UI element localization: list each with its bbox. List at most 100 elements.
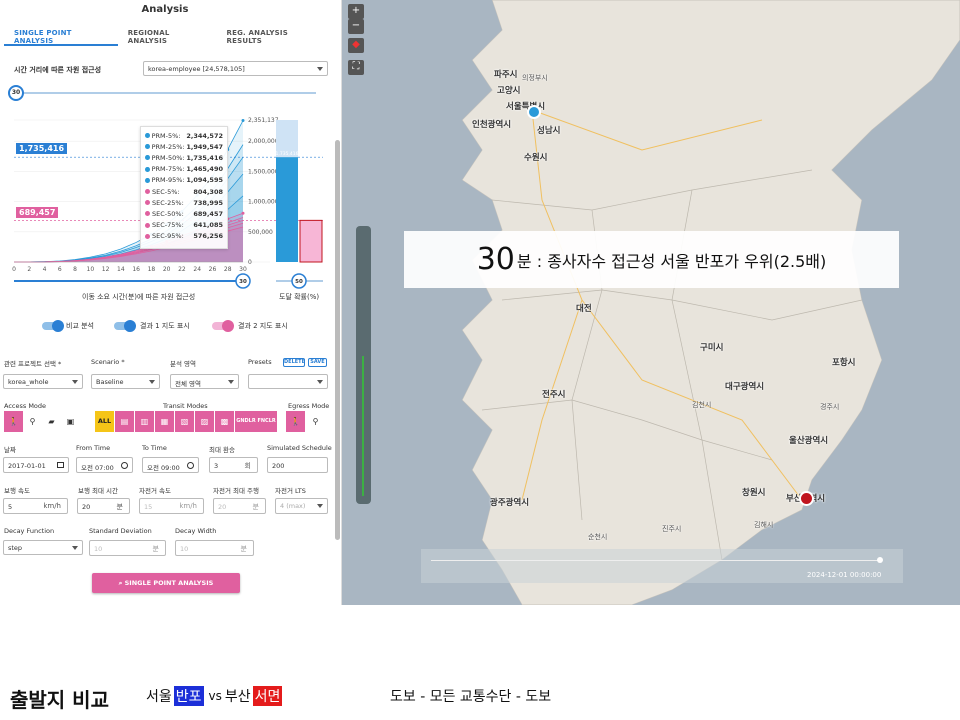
time-slider-track[interactable]: [16, 92, 316, 94]
preset-save-button[interactable]: SAVE: [308, 358, 327, 367]
presets-select[interactable]: [248, 374, 328, 389]
dataset-select[interactable]: korea-employee [24,578,105]: [143, 61, 328, 76]
decay-select[interactable]: step: [3, 540, 83, 555]
transit-ferry-button[interactable]: ▨: [195, 411, 214, 432]
city-label: 파주시: [494, 70, 518, 80]
run-single-point-analysis-button[interactable]: ⌕ SINGLE POINT ANALYSIS: [92, 573, 240, 593]
stddev-input[interactable]: 10 분: [89, 540, 166, 556]
run-button-label: SINGLE POINT ANALYSIS: [124, 579, 214, 587]
date-input-value: 2017-01-01: [8, 462, 46, 470]
transit-bus-button[interactable]: ▤: [115, 411, 134, 432]
transit-all-button[interactable]: ALL: [95, 411, 114, 432]
city-label: 대구광역시: [725, 382, 765, 392]
calendar-icon: [57, 462, 64, 468]
bike-icon: ⚲: [312, 417, 319, 426]
to-time-input[interactable]: 오전 09:00: [142, 457, 199, 473]
area-label: 분석 영역: [170, 360, 196, 368]
map-view[interactable]: + − ◆ ⛶ 파주시 의정부시 고양시 서울특별시 인천광역시 성남시 수원시…: [342, 0, 960, 605]
preset-delete-button[interactable]: DELETE: [283, 358, 305, 367]
secondary-point: [241, 211, 245, 215]
transit-rail-button[interactable]: ▧: [175, 411, 194, 432]
from-time-label: From Time: [76, 444, 111, 452]
primary-point: [241, 119, 245, 123]
compass-button[interactable]: ◆: [348, 38, 364, 53]
tab-regional-results[interactable]: REG. ANALYSIS RESULTS: [217, 26, 330, 46]
x-tick-label: 6: [58, 266, 62, 273]
time-slider-line[interactable]: [431, 560, 879, 561]
chevron-down-icon: [72, 546, 78, 550]
project-select-value: korea_whole: [8, 378, 49, 386]
chevron-down-icon: [317, 380, 323, 384]
project-select[interactable]: korea_whole: [3, 374, 83, 389]
tooltip-series-name: PRM-50%:: [151, 153, 185, 162]
time-slider-knob[interactable]: 30: [8, 85, 24, 101]
scenario-label: Scenario *: [91, 358, 125, 366]
origin-busan-marker[interactable]: [799, 491, 814, 506]
tooltip-series-name: PRM-95%:: [151, 176, 185, 185]
transit-cable-button[interactable]: ▩: [215, 411, 234, 432]
city-label: 김해시: [754, 521, 774, 529]
access-car-button[interactable]: ▰: [42, 411, 61, 432]
bike-lts-label: 자전거 LTS: [275, 487, 306, 495]
bike-max-value: 20: [218, 503, 227, 511]
panel-scrollbar[interactable]: [335, 140, 340, 540]
bike-speed-input[interactable]: 15 km/h: [139, 498, 204, 514]
transit-subway-button[interactable]: ▦: [155, 411, 174, 432]
decay-width-input[interactable]: 10 분: [175, 540, 254, 556]
map2-toggle[interactable]: [212, 320, 234, 332]
scenario-select-value: Baseline: [96, 378, 124, 386]
scenario-select[interactable]: Baseline: [91, 374, 160, 389]
tooltip-series-value: 641,085: [193, 221, 223, 230]
walk-max-input[interactable]: 20 분: [77, 498, 130, 514]
compare-toggle[interactable]: [42, 320, 64, 332]
parking-icon: ▣: [66, 417, 75, 426]
egress-bike-button[interactable]: ⚲: [306, 411, 325, 432]
tooltip-series-value: 738,995: [193, 198, 223, 207]
decay-width-value: 10: [180, 545, 189, 553]
series-dot-icon: [145, 177, 150, 183]
y-tick-label: 500,000: [248, 229, 273, 236]
to-time-value: 오전 09:00: [147, 464, 180, 472]
zoom-out-button[interactable]: −: [348, 19, 364, 34]
subway-icon: ▦: [160, 417, 169, 426]
origin2-city: 부산: [224, 689, 251, 705]
series-dot-icon: [145, 166, 150, 172]
access-walk-button[interactable]: 🚶: [4, 411, 23, 432]
toggle-knob: [222, 320, 234, 332]
city-label: 전주시: [542, 390, 566, 400]
walk-max-label: 보행 최대 시간: [78, 487, 119, 495]
tab-single-point[interactable]: SINGLE POINT ANALYSIS: [4, 26, 118, 46]
fullscreen-button[interactable]: ⛶: [348, 60, 364, 75]
x-tick-label: 22: [178, 266, 186, 273]
tooltip-series-name: SEC-50%:: [152, 209, 184, 218]
transit-gondola-funicular-button[interactable]: GNDLR FNCLR: [235, 411, 277, 432]
origin-seoul-marker[interactable]: [527, 105, 541, 119]
bike-max-input[interactable]: 20 분: [213, 498, 266, 514]
max-transfer-input[interactable]: 3회: [209, 457, 258, 473]
zoom-in-button[interactable]: +: [348, 4, 364, 19]
date-input[interactable]: 2017-01-01: [3, 457, 69, 473]
tooltip-row: PRM-50%: 1,735,416: [145, 152, 223, 163]
transit-tram-button[interactable]: ▥: [135, 411, 154, 432]
series-dot-icon: [145, 189, 150, 195]
access-bike-button[interactable]: ⚲: [23, 411, 42, 432]
simulated-schedule-input[interactable]: 200: [267, 457, 328, 473]
tooltip-series-name: SEC-95%:: [152, 232, 184, 241]
x-tick-label: 2: [27, 266, 31, 273]
time-slider-handle[interactable]: [877, 557, 883, 563]
tooltip-series-value: 1,094,595: [186, 176, 223, 185]
x-tick-label: 28: [224, 266, 232, 273]
x-tick-label: 16: [132, 266, 140, 273]
area-select[interactable]: 전체 영역: [170, 374, 239, 389]
from-time-input[interactable]: 오전 07:00: [76, 457, 133, 473]
bike-lts-select[interactable]: 4 (max): [275, 498, 328, 514]
footer-title: 출발지 비교: [10, 688, 109, 712]
tab-regional[interactable]: REGIONAL ANALYSIS: [118, 26, 217, 46]
walk-speed-input[interactable]: 5 km/h: [3, 498, 68, 514]
access-parking-button[interactable]: ▣: [61, 411, 80, 432]
walk-max-value: 20: [82, 503, 91, 511]
chevron-down-icon: [228, 380, 234, 384]
legend-scale-fill: [362, 356, 364, 496]
egress-walk-button[interactable]: 🚶: [286, 411, 305, 432]
map1-toggle[interactable]: [114, 320, 136, 332]
